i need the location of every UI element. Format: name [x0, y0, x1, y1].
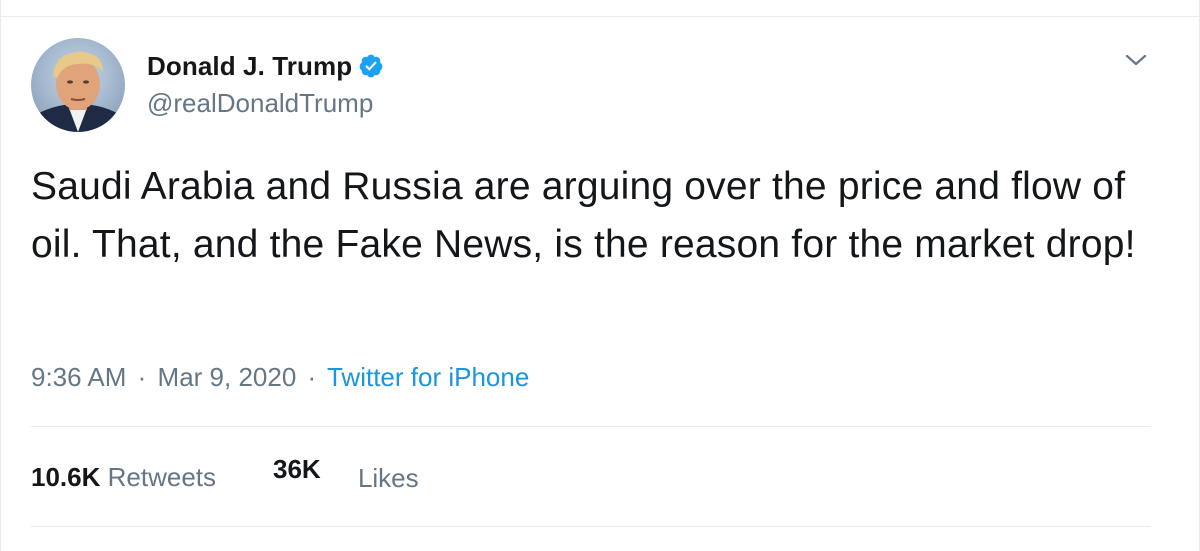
tweet-meta: 9:36 AM · Mar 9, 2020 · Twitter for iPho… [31, 362, 529, 393]
avatar-image [31, 52, 125, 132]
likes-count: 36K [273, 454, 321, 484]
tweet-date[interactable]: Mar 9, 2020 [158, 362, 297, 392]
tweet-text: Saudi Arabia and Russia are arguing over… [31, 165, 1136, 266]
retweets-stat[interactable]: 10.6K Retweets [31, 462, 216, 493]
tweet-source-link[interactable]: Twitter for iPhone [327, 362, 529, 392]
author-block: Donald J. Trump @realDonaldTrump [147, 38, 384, 119]
tweet-header: Donald J. Trump @realDonaldTrump [31, 38, 384, 134]
stats-bottom-divider [31, 526, 1151, 527]
retweets-count: 10.6K [31, 462, 101, 492]
retweets-label: Retweets [107, 462, 217, 492]
meta-separator: · [137, 362, 147, 392]
meta-separator: · [307, 362, 317, 392]
chevron-down-icon[interactable] [1123, 50, 1149, 70]
stats-top-divider [31, 426, 1151, 427]
author-handle[interactable]: @realDonaldTrump [147, 88, 384, 119]
avatar[interactable] [31, 38, 125, 132]
verified-badge-icon [358, 53, 384, 79]
top-divider [1, 16, 1199, 17]
author-display-name[interactable]: Donald J. Trump [147, 51, 352, 82]
likes-stat[interactable]: 36K Likes [273, 454, 419, 493]
likes-label: Likes [357, 463, 419, 493]
tweet-time[interactable]: 9:36 AM [31, 362, 126, 392]
tweet-card: Donald J. Trump @realDonaldTrump Saudi A… [0, 0, 1200, 551]
name-row: Donald J. Trump [147, 50, 384, 82]
